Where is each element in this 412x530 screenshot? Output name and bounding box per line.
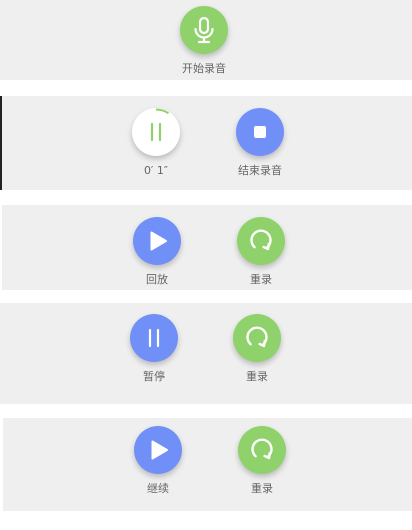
start-record-panel: 开始录音: [0, 0, 412, 80]
stop-record-button[interactable]: [236, 108, 284, 156]
pause-playback-button[interactable]: [130, 314, 178, 362]
rerecord-button[interactable]: [237, 217, 285, 265]
start-record-button[interactable]: [180, 6, 228, 54]
stop-icon: [254, 126, 266, 138]
rerecord-button[interactable]: [233, 314, 281, 362]
continue-button[interactable]: [134, 426, 182, 474]
microphone-icon: [194, 16, 214, 44]
rerecord-label: 重录: [251, 482, 273, 495]
pause-icon: [148, 328, 160, 348]
play-button[interactable]: [133, 217, 181, 265]
left-edge-divider: [0, 96, 2, 190]
pause-icon: [150, 122, 162, 142]
play-icon: [150, 231, 167, 251]
rerecord-label: 重录: [246, 370, 268, 383]
stop-record-label: 结束录音: [238, 164, 282, 177]
recording-timer: 0′ 1″: [143, 164, 169, 177]
playback-panel: 回放 重录: [2, 205, 412, 290]
rerecord-label: 重录: [250, 273, 272, 286]
pause-recording-button[interactable]: [132, 108, 180, 156]
pause-playback-label: 暂停: [143, 370, 165, 383]
rerecord-button[interactable]: [238, 426, 286, 474]
play-icon: [151, 440, 168, 460]
play-label: 回放: [146, 273, 168, 286]
continue-label: 继续: [147, 482, 169, 495]
rerecord-icon: [246, 326, 268, 348]
start-record-label: 开始录音: [182, 62, 226, 75]
rerecord-icon: [251, 438, 273, 460]
paused-panel: 继续 重录: [3, 418, 412, 511]
recording-panel: 0′ 1″ 结束录音: [0, 96, 412, 190]
playing-panel: 暂停 重录: [0, 303, 412, 404]
rerecord-icon: [250, 229, 272, 251]
